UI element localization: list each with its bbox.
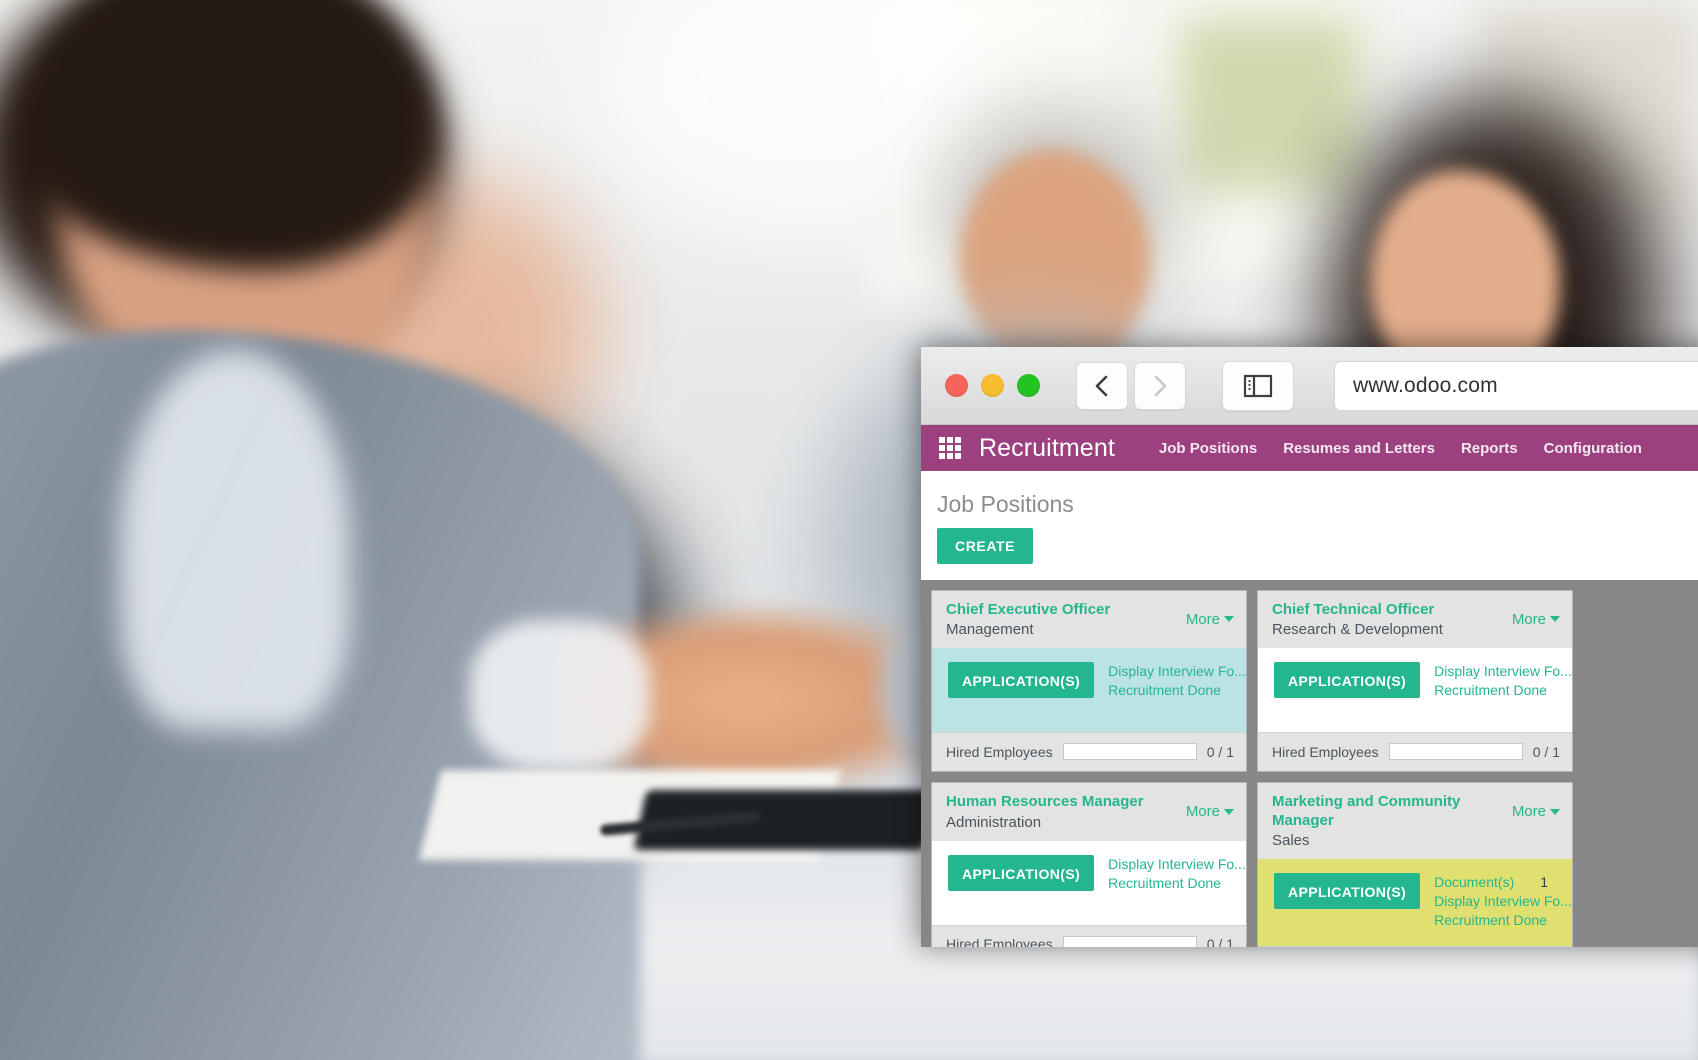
card-more-label: More xyxy=(1185,611,1220,628)
app-menu: Job Positions Resumes and Letters Report… xyxy=(1159,440,1642,457)
menu-item-job-positions[interactable]: Job Positions xyxy=(1159,440,1257,457)
main-content: Job Positions CREATE Chief Executive Off… xyxy=(921,471,1698,947)
applications-button[interactable]: APPLICATION(S) xyxy=(948,662,1095,699)
card-links: Display Interview Fo... Recruitment Done xyxy=(1434,662,1572,716)
display-interview-form-link[interactable]: Display Interview Fo... xyxy=(1108,662,1246,681)
card-more-label: More xyxy=(1511,611,1546,628)
card-title[interactable]: Chief Technical Officer xyxy=(1272,601,1443,619)
card-more-label: More xyxy=(1511,803,1546,821)
card-department: Management xyxy=(946,621,1034,639)
applications-button[interactable]: APPLICATION(S) xyxy=(1274,873,1421,910)
card-body: APPLICATION(S) Display Interview Fo... R… xyxy=(1258,648,1572,733)
card-more-dropdown[interactable]: More xyxy=(1186,601,1234,628)
card-more-dropdown[interactable]: More xyxy=(1512,793,1560,820)
card-body: APPLICATION(S) Display Interview Fo... R… xyxy=(932,840,1246,925)
recruitment-done-link[interactable]: Recruitment Done xyxy=(1434,681,1572,700)
card-links: Display Interview Fo... Recruitment Done xyxy=(1108,662,1246,716)
card-links: Document(s) 1 Display Interview Fo... Re… xyxy=(1434,873,1572,930)
recruitment-done-link[interactable]: Recruitment Done xyxy=(1434,911,1572,930)
kanban-card[interactable]: Marketing and Community Manager Sales Mo… xyxy=(1257,782,1573,947)
chevron-down-icon xyxy=(1224,808,1234,815)
card-footer: Hired Employees 0 / 3 xyxy=(1258,945,1572,947)
handshake-cuff-left xyxy=(470,620,650,770)
person-man-foreground-collar xyxy=(120,350,350,730)
card-header: Chief Technical Officer Research & Devel… xyxy=(1258,591,1572,649)
card-footer: Hired Employees 0 / 1 xyxy=(1258,732,1572,772)
forward-button[interactable] xyxy=(1134,361,1186,410)
card-body: APPLICATION(S) Document(s) 1 Display Int… xyxy=(1258,859,1572,946)
menu-item-resumes-and-letters[interactable]: Resumes and Letters xyxy=(1283,440,1435,457)
card-more-dropdown[interactable]: More xyxy=(1186,793,1234,820)
card-title[interactable]: Marketing and Community Manager xyxy=(1272,793,1504,830)
window-foliage xyxy=(1180,20,1360,190)
action-bar: CREATE xyxy=(921,518,1698,580)
card-header: Human Resources Manager Administration M… xyxy=(932,783,1246,841)
kanban-board: Chief Executive Officer Management More … xyxy=(921,580,1698,947)
menu-item-reports[interactable]: Reports xyxy=(1461,440,1518,457)
display-interview-form-link[interactable]: Display Interview Fo... xyxy=(1108,855,1246,874)
recruitment-done-link[interactable]: Recruitment Done xyxy=(1108,874,1246,893)
sidebar-toggle-icon xyxy=(1243,374,1273,397)
applications-button[interactable]: APPLICATION(S) xyxy=(1274,662,1421,699)
address-bar[interactable]: www.odoo.com xyxy=(1334,360,1698,411)
browser-titlebar: www.odoo.com xyxy=(921,347,1698,425)
browser-window: www.odoo.com Recruitment Job Positions R… xyxy=(921,347,1698,947)
menu-item-configuration[interactable]: Configuration xyxy=(1544,440,1642,457)
card-department: Research & Development xyxy=(1272,621,1443,639)
close-window-button[interactable] xyxy=(945,374,968,397)
hired-employees-label: Hired Employees xyxy=(1272,743,1379,760)
chevron-down-icon xyxy=(1224,616,1234,623)
hired-progress-bar xyxy=(1062,743,1197,761)
card-more-dropdown[interactable]: More xyxy=(1512,601,1560,628)
hired-count: 0 / 1 xyxy=(1206,936,1234,947)
applications-button[interactable]: APPLICATION(S) xyxy=(948,854,1095,891)
kanban-card[interactable]: Human Resources Manager Administration M… xyxy=(931,782,1247,947)
recruitment-done-link[interactable]: Recruitment Done xyxy=(1108,681,1246,700)
create-button[interactable]: CREATE xyxy=(937,528,1034,564)
display-interview-form-link[interactable]: Display Interview Fo... xyxy=(1434,662,1572,681)
chevron-down-icon xyxy=(1550,616,1560,623)
documents-label: Document(s) xyxy=(1434,874,1515,891)
hired-employees-label: Hired Employees xyxy=(946,936,1053,947)
documents-count: 1 xyxy=(1540,874,1549,891)
kanban-card[interactable]: Chief Executive Officer Management More … xyxy=(931,590,1247,773)
card-footer: Hired Employees 0 / 1 xyxy=(932,732,1246,772)
card-department: Sales xyxy=(1272,832,1310,850)
hired-progress-bar xyxy=(1388,743,1523,761)
hired-employees-label: Hired Employees xyxy=(946,743,1053,760)
card-title[interactable]: Human Resources Manager xyxy=(946,793,1144,811)
card-department: Administration xyxy=(946,813,1042,831)
card-links: Display Interview Fo... Recruitment Done xyxy=(1108,855,1246,909)
maximize-window-button[interactable] xyxy=(1017,374,1040,397)
url-text: www.odoo.com xyxy=(1353,373,1498,397)
kanban-card[interactable]: Chief Technical Officer Research & Devel… xyxy=(1257,590,1573,773)
back-button[interactable] xyxy=(1076,361,1128,410)
hired-count: 0 / 1 xyxy=(1206,743,1234,760)
display-interview-form-link[interactable]: Display Interview Fo... xyxy=(1434,892,1572,911)
odoo-app-bar: Recruitment Job Positions Resumes and Le… xyxy=(921,425,1698,471)
card-more-label: More xyxy=(1185,803,1220,821)
card-body: APPLICATION(S) Display Interview Fo... R… xyxy=(932,648,1246,733)
window-controls[interactable] xyxy=(945,374,1040,397)
apps-grid-icon[interactable] xyxy=(939,437,961,459)
hired-count: 0 / 1 xyxy=(1532,743,1560,760)
card-title[interactable]: Chief Executive Officer xyxy=(946,601,1110,619)
app-brand-title: Recruitment xyxy=(979,433,1115,462)
documents-link[interactable]: Document(s) 1 xyxy=(1434,873,1572,892)
chevron-down-icon xyxy=(1550,808,1560,815)
minimize-window-button[interactable] xyxy=(981,374,1004,397)
hired-progress-bar xyxy=(1062,935,1197,947)
card-footer: Hired Employees 0 / 1 xyxy=(932,924,1246,947)
sidebar-toggle-button[interactable] xyxy=(1222,360,1294,411)
card-header: Marketing and Community Manager Sales Mo… xyxy=(1258,783,1572,860)
card-header: Chief Executive Officer Management More xyxy=(932,591,1246,649)
page-title: Job Positions xyxy=(937,491,1074,517)
navigation-buttons xyxy=(1076,361,1186,410)
